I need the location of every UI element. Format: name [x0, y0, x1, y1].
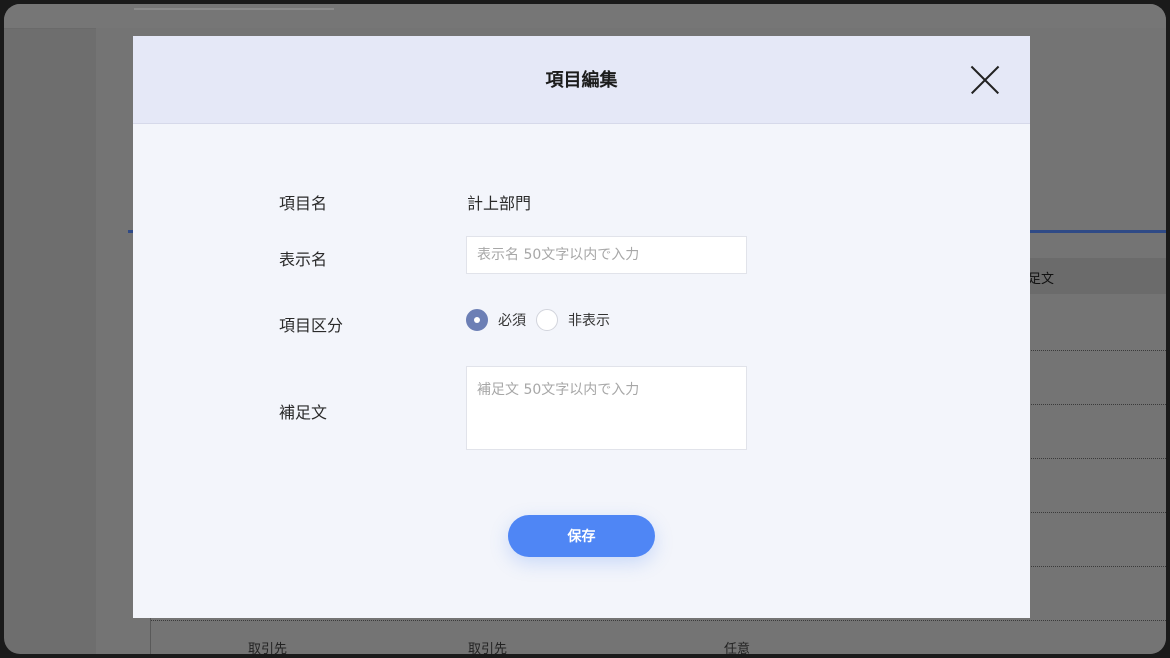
category-label: 項目区分	[279, 316, 344, 335]
radio-checked-icon[interactable]	[466, 309, 488, 331]
save-button[interactable]: 保存	[508, 515, 655, 557]
radio-label-required: 必須	[498, 313, 526, 329]
display-name-input[interactable]	[466, 236, 747, 274]
category-radio-group: 必須 非表示	[466, 308, 620, 332]
background-topbar	[4, 4, 1166, 29]
display-name-label: 表示名	[279, 250, 328, 269]
background-cell: 取引先	[248, 642, 288, 654]
radio-hidden[interactable]: 非表示	[536, 309, 610, 331]
item-name-label: 項目名	[279, 194, 328, 213]
background-row-divider	[150, 620, 1166, 621]
item-name-value: 計上部門	[467, 194, 532, 213]
note-label: 補足文	[279, 403, 328, 422]
dialog-header: 項目編集	[133, 36, 1030, 124]
radio-required[interactable]: 必須	[466, 309, 526, 331]
background-cell: 任意	[724, 642, 751, 654]
background-cell: 取引先	[468, 642, 508, 654]
note-textarea[interactable]	[466, 366, 747, 450]
app-window: 足文 取引先 取引先 任意 項目編集 項目名 計上部門 表示名 項目区分 必須 …	[4, 4, 1166, 654]
close-icon[interactable]	[971, 66, 999, 94]
dialog-title: 項目編集	[545, 70, 618, 91]
edit-item-dialog: 項目編集 項目名 計上部門 表示名 項目区分 必須 非表示 補足文 保存	[133, 36, 1030, 618]
radio-unchecked-icon[interactable]	[536, 309, 558, 331]
radio-label-hidden: 非表示	[568, 313, 610, 329]
background-column-header: 足文	[1028, 272, 1055, 287]
